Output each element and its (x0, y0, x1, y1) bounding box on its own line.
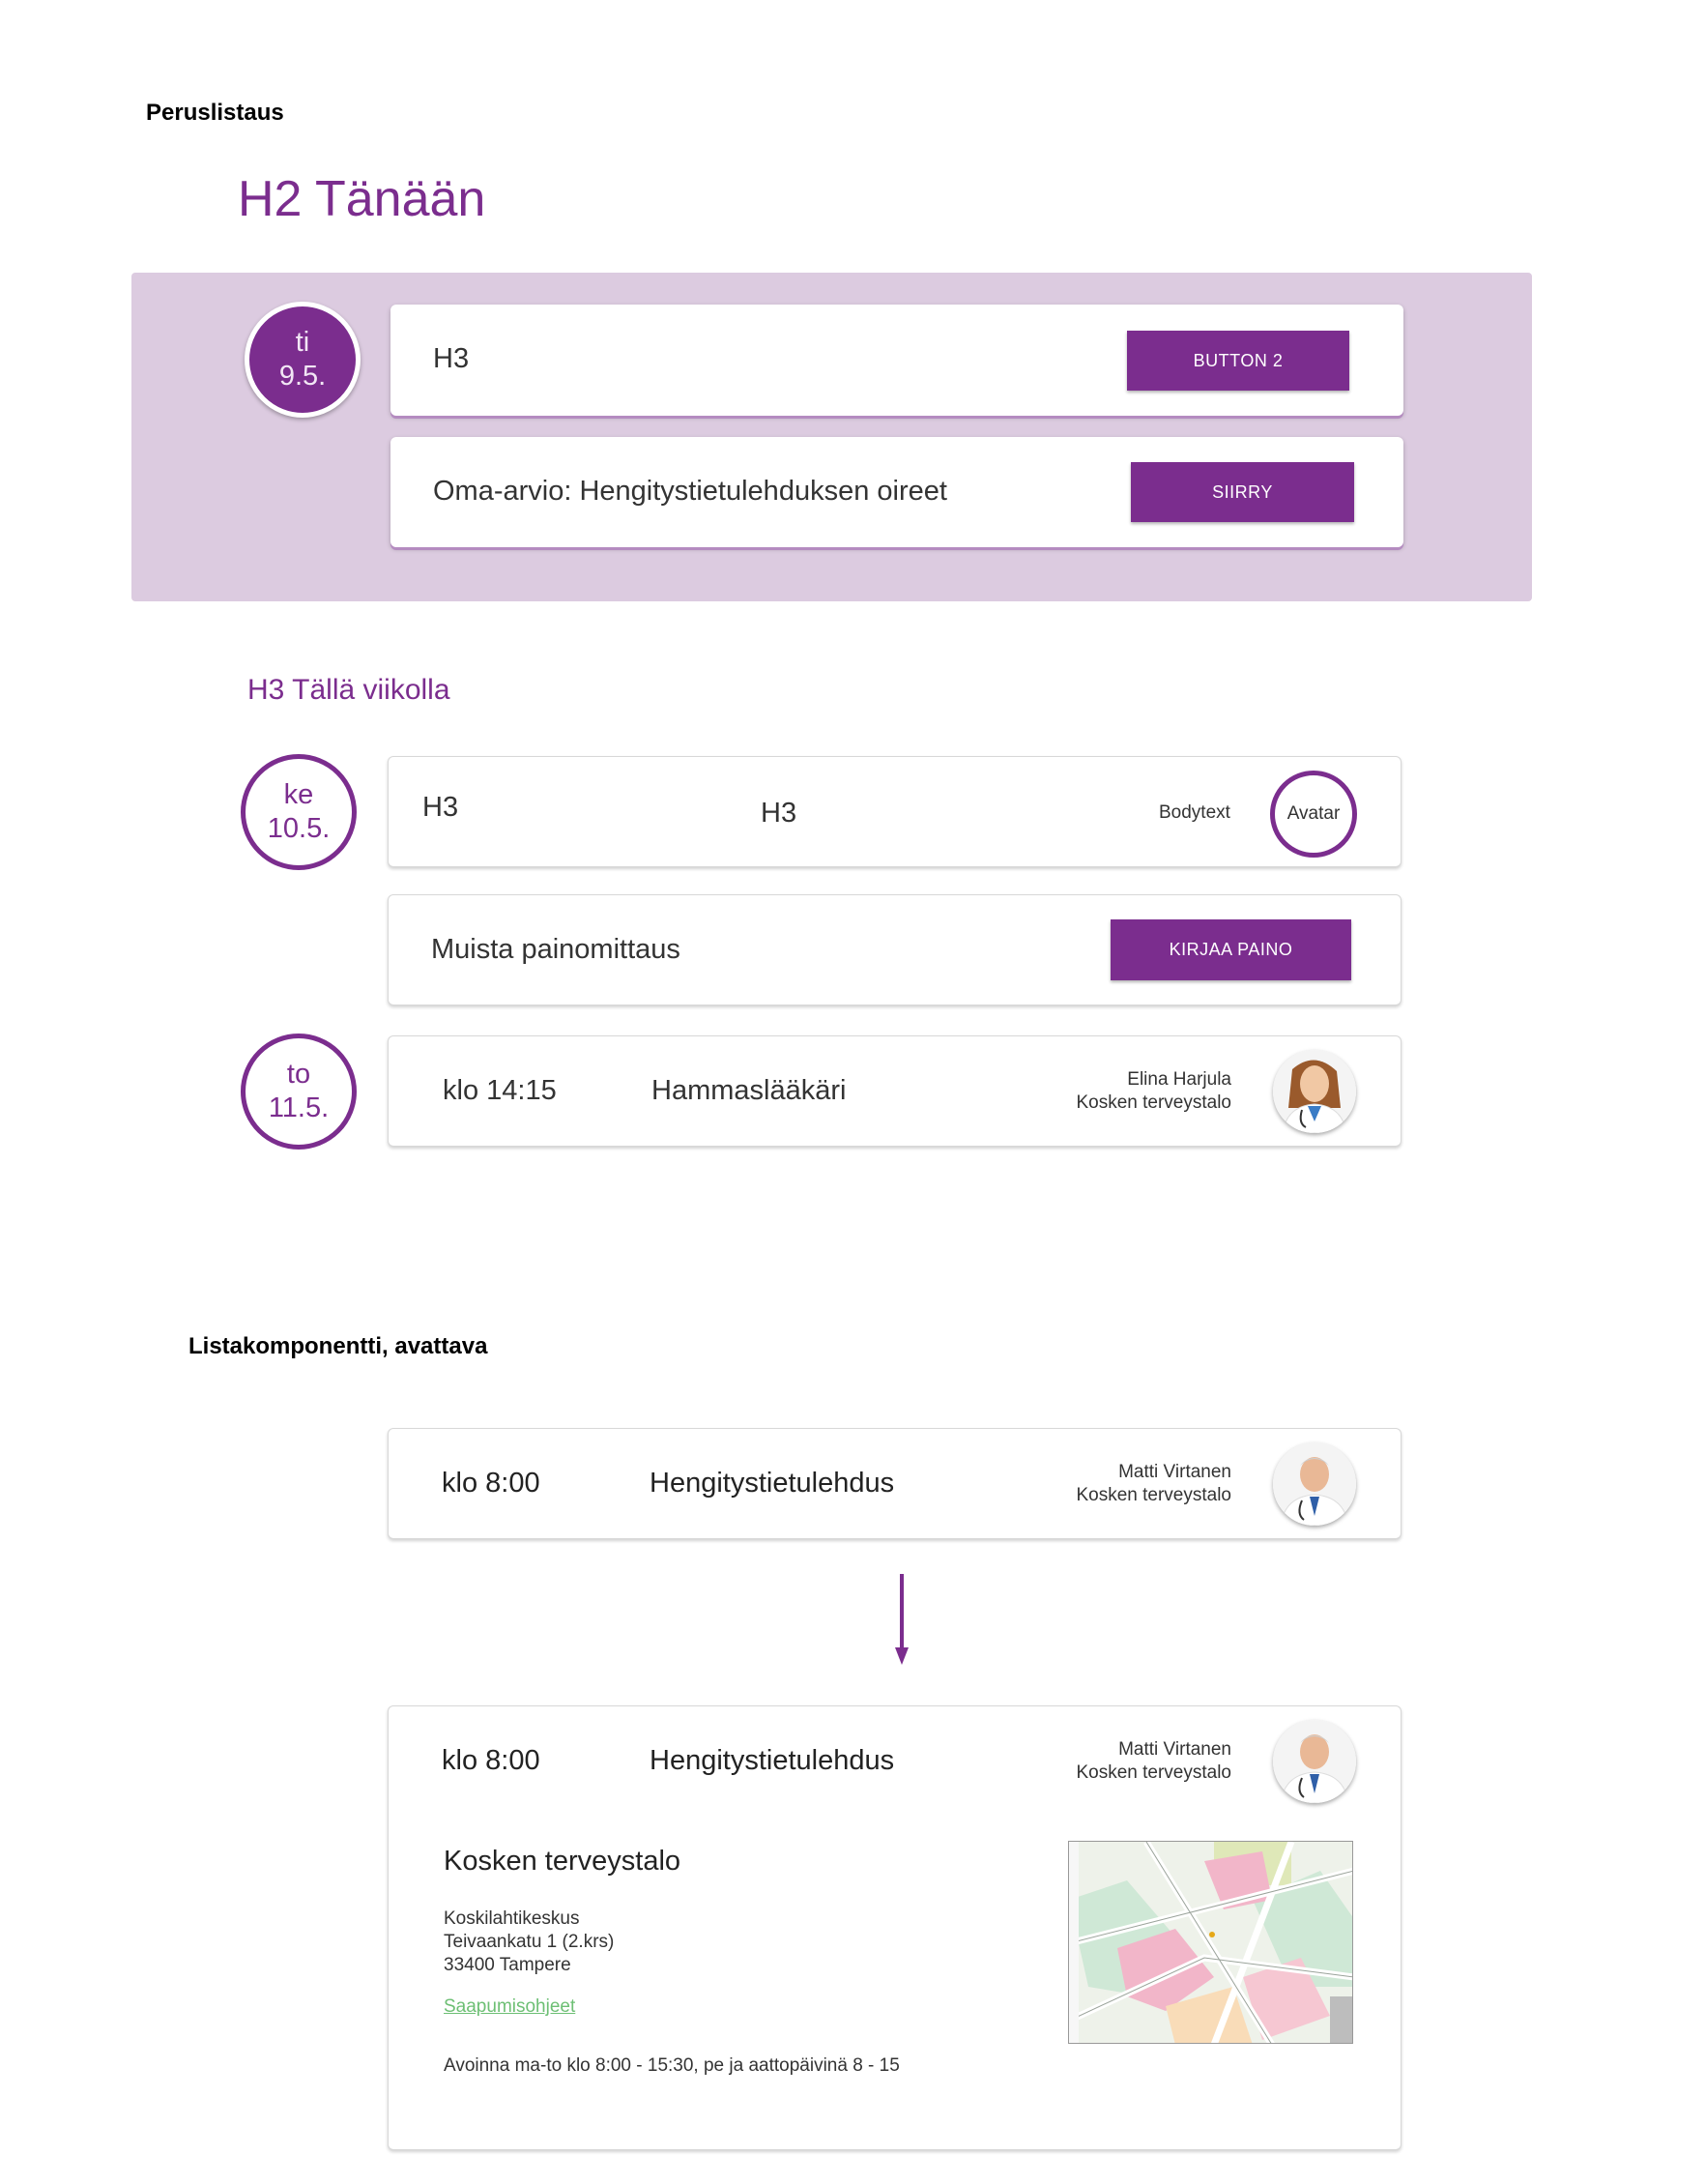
doctor-name: Matti Virtanen (1118, 1739, 1231, 1760)
week-heading: H3 Tällä viikolla (247, 674, 450, 706)
doctor-place: Kosken terveystalo (1076, 1092, 1231, 1113)
appointment-time: klo 8:00 (442, 1745, 540, 1776)
section-label-basic-list: Peruslistaus (146, 100, 284, 126)
appointment-doctor: Matti Virtanen Kosken terveystalo (1076, 1738, 1231, 1785)
arrival-instructions-link[interactable]: Saapumisohjeet (444, 1996, 575, 2018)
siirry-button[interactable]: SIIRRY (1131, 462, 1354, 522)
location-map[interactable] (1068, 1841, 1353, 2044)
card-title: H3 (433, 343, 470, 374)
today-card-1: H3 BUTTON 2 (390, 305, 1403, 416)
button-2[interactable]: BUTTON 2 (1127, 331, 1349, 391)
date-day: ti (295, 327, 310, 358)
date-day: ke (283, 779, 314, 810)
kirjaa-paino-button[interactable]: KIRJAA PAINO (1111, 919, 1351, 980)
appointment-doctor: Matti Virtanen Kosken terveystalo (1076, 1461, 1231, 1507)
avatar-label: Avatar (1286, 803, 1341, 824)
appointment-time: klo 14:15 (443, 1075, 557, 1106)
appointment-title: Hammaslääkäri (651, 1075, 847, 1106)
expand-arrow-icon (895, 1574, 909, 1665)
date-badge-thursday: to 11.5. (241, 1034, 357, 1150)
appointment-doctor: Elina Harjula Kosken terveystalo (1076, 1068, 1231, 1115)
address-line-1: Koskilahtikeskus (444, 1908, 580, 1929)
week-row-1[interactable]: H3 H3 Bodytext Avatar (388, 756, 1402, 867)
date-num: 9.5. (278, 361, 327, 392)
appointment-time: klo 8:00 (442, 1468, 540, 1499)
date-num: 10.5. (267, 813, 331, 844)
date-badge-wednesday: ke 10.5. (241, 754, 357, 870)
today-card-2: Oma-arvio: Hengitystietulehduksen oireet… (390, 437, 1403, 547)
row-title: Muista painomittaus (431, 934, 680, 965)
row-center-title: H3 (761, 798, 797, 829)
date-day: to (286, 1059, 311, 1090)
doctor-avatar (1273, 1720, 1356, 1803)
card-title: Oma-arvio: Hengitystietulehduksen oireet (433, 476, 947, 507)
expandable-row-collapsed[interactable]: klo 8:00 Hengitystietulehdus Matti Virta… (388, 1428, 1402, 1539)
date-num: 11.5. (268, 1092, 330, 1123)
opening-hours: Avoinna ma-to klo 8:00 - 15:30, pe ja aa… (444, 2055, 900, 2076)
doctor-name: Matti Virtanen (1118, 1462, 1231, 1482)
doctor-name: Elina Harjula (1127, 1069, 1231, 1090)
today-heading: H2 Tänään (238, 171, 486, 227)
address-line-3: 33400 Tampere (444, 1955, 571, 1975)
address-line-2: Teivaankatu 1 (2.krs) (444, 1932, 615, 1952)
avatar-placeholder[interactable]: Avatar (1270, 771, 1357, 858)
appointment-title: Hengitystietulehdus (650, 1745, 895, 1776)
appointment-title: Hengitystietulehdus (650, 1468, 895, 1499)
week-row-2: Muista painomittaus KIRJAA PAINO (388, 894, 1402, 1005)
section-label-expandable: Listakomponentti, avattava (188, 1333, 488, 1359)
doctor-avatar (1273, 1050, 1356, 1133)
doctor-avatar (1273, 1442, 1356, 1526)
row-left-title: H3 (422, 792, 459, 823)
doctor-place: Kosken terveystalo (1076, 1762, 1231, 1783)
appointment-row[interactable]: klo 14:15 Hammaslääkäri Elina Harjula Ko… (388, 1035, 1402, 1147)
row-bodytext: Bodytext (1159, 802, 1230, 823)
date-badge-today: ti 9.5. (245, 302, 361, 418)
doctor-place: Kosken terveystalo (1076, 1485, 1231, 1505)
address-block: Koskilahtikeskus Teivaankatu 1 (2.krs) 3… (444, 1907, 614, 1977)
location-title: Kosken terveystalo (444, 1846, 681, 1877)
